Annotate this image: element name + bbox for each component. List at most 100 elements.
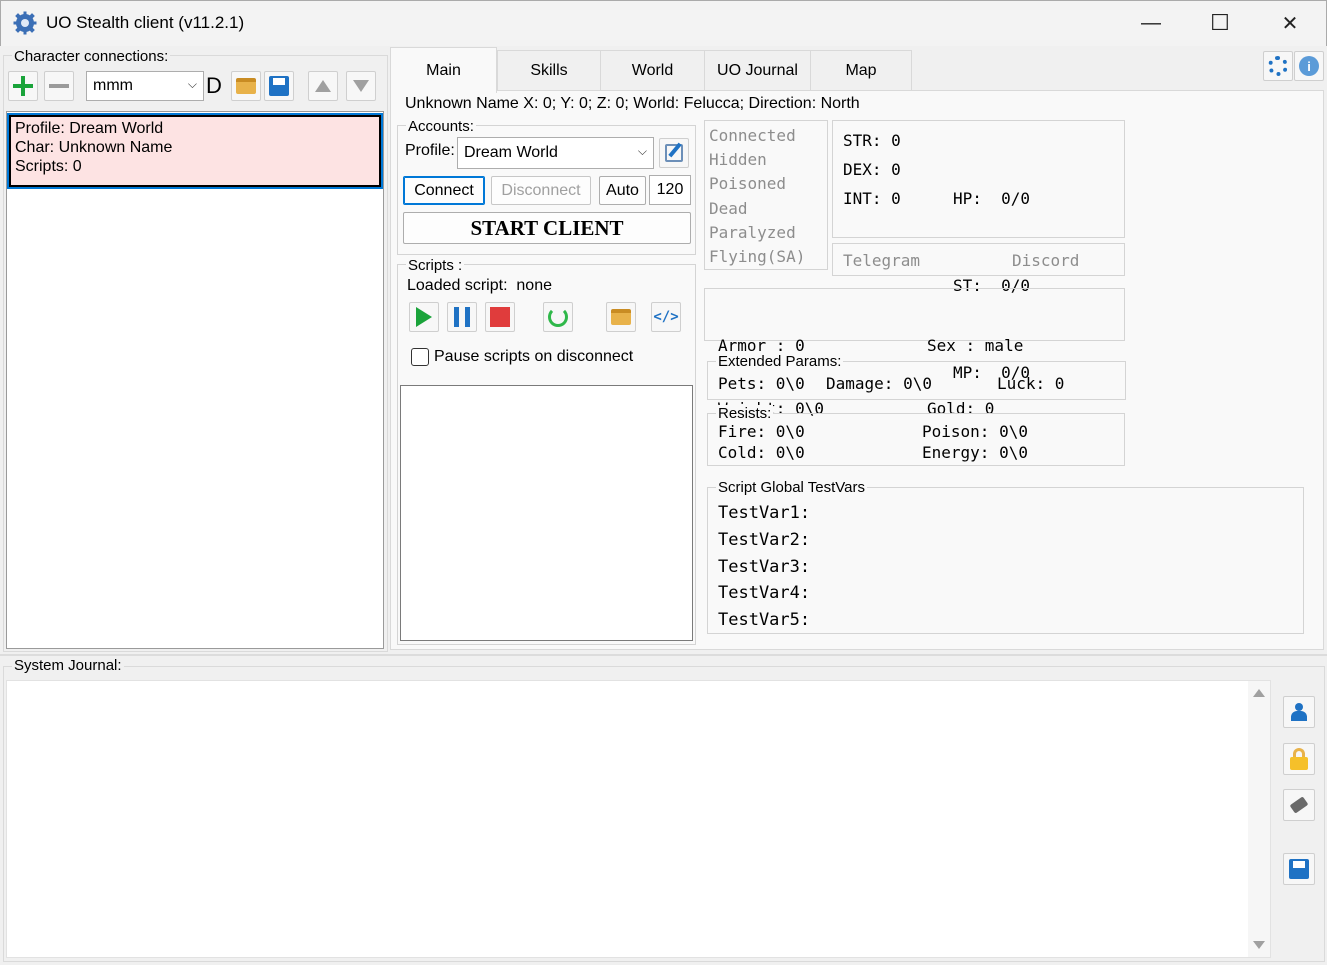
maximize-button[interactable]: ☐ [1185,0,1255,46]
run-script-button[interactable] [409,302,439,332]
close-button[interactable]: ✕ [1255,0,1325,46]
loaded-script-label: Loaded script: none [407,277,552,295]
cold-value: Cold: 0\0 [718,443,805,462]
lock-icon [1290,748,1308,770]
journal-scrollbar[interactable] [1248,681,1270,957]
eraser-icon [1289,796,1309,814]
journal-save-button[interactable] [1283,853,1315,885]
disconnect-button[interactable]: Disconnect [491,176,591,205]
app-gear-icon [13,11,37,39]
scroll-up-icon[interactable] [1253,689,1265,697]
info-icon: i [1299,56,1319,76]
scroll-down-icon[interactable] [1253,941,1265,949]
move-up-button[interactable] [308,71,338,101]
stat-int: INT: 0 [843,189,901,208]
flag-dead: Dead [709,198,748,218]
pause-on-disconnect-checkbox[interactable] [411,348,429,366]
auto-button[interactable]: Auto [599,176,646,205]
folder-icon [611,309,631,325]
stat-hp: HP: 0/0 [953,189,1031,208]
extended-label: Extended Params: [716,353,844,370]
flag-paralyzed: Paralyzed [709,222,796,242]
plus-icon [13,76,33,96]
poison-value: Poison: 0\0 [922,422,1028,441]
damage-value: Damage: 0\0 [826,374,932,393]
journal-lock-button[interactable] [1283,743,1315,775]
code-icon: </> [653,309,679,325]
flag-flying: Flying(SA) [709,247,806,267]
connection-dropdown-value: mmm [93,77,133,94]
accounts-label: Accounts: [406,118,476,135]
settings-button[interactable] [1263,51,1293,81]
testvars-label: Script Global TestVars [716,479,868,496]
tab-world[interactable]: World [600,50,705,90]
floppy-icon [269,76,289,96]
pause-on-disconnect-label: Pause scripts on disconnect [434,348,634,365]
journal-label: System Journal: [12,657,124,674]
profile-label: Profile: [405,142,455,159]
edit-profile-button[interactable] [659,138,689,168]
resists-left: Fire: 0\0 Cold: 0\0 [718,421,805,463]
start-client-button[interactable]: START CLIENT [403,212,691,244]
journal-users-button[interactable] [1283,696,1315,728]
reload-script-button[interactable] [543,302,573,332]
resists-right: Poison: 0\0 Energy: 0\0 [922,421,1028,463]
resists-label: Resists: [716,405,774,422]
minus-icon [49,84,69,88]
folder-icon [236,78,256,94]
loaded-script-label-text: Loaded script: [407,277,508,294]
d-button[interactable]: D [206,73,222,99]
fire-value: Fire: 0\0 [718,422,805,441]
stat-str: STR: 0 [843,131,901,150]
testvar-3: TestVar3: [718,556,811,577]
triangle-down-icon [353,80,369,92]
add-connection-button[interactable] [8,71,38,101]
pets-value: Pets: 0\0 [718,374,805,393]
save-connection-button[interactable] [264,71,294,101]
connect-button[interactable]: Connect [403,176,485,205]
triangle-up-icon [315,80,331,92]
tab-uo-journal[interactable]: UO Journal [704,50,811,90]
pause-script-button[interactable] [447,302,477,332]
connection-item-profile: Profile: Dream World [15,120,164,137]
stop-script-button[interactable] [485,302,515,332]
stats-left: STR: 0 DEX: 0 INT: 0 [843,126,901,213]
loaded-script-value: none [516,277,552,294]
edit-script-button[interactable]: </> [651,302,681,332]
open-script-button[interactable] [606,302,636,332]
remove-connection-button[interactable] [44,71,74,101]
auto-interval-input[interactable]: 120 [649,175,691,205]
refresh-icon [548,307,568,327]
journal-log[interactable] [6,680,1271,958]
telegram-link[interactable]: Telegram [843,251,920,270]
chevron-down-icon: ⌵ [187,77,197,91]
script-list[interactable] [400,385,693,641]
status-line: Unknown Name X: 0; Y: 0; Z: 0; World: Fe… [405,95,860,112]
stop-icon [490,307,510,327]
minimize-button[interactable]: — [1116,0,1186,46]
connections-list[interactable] [6,111,384,649]
testvar-1: TestVar1: [718,503,811,523]
tab-main[interactable]: Main [390,47,497,93]
tab-skills[interactable]: Skills [497,50,601,90]
discord-link[interactable]: Discord [1012,251,1079,270]
testvars-list: TestVar1: TestVar2: TestVar3: TestVar4: … [718,500,810,634]
info-button[interactable]: i [1294,51,1324,81]
testvar-5: TestVar5: [718,610,811,631]
window-title: UO Stealth client (v11.2.1) [46,13,245,32]
flag-poisoned: Poisoned [709,174,787,194]
play-icon [416,307,432,327]
tab-map[interactable]: Map [810,50,912,90]
connection-item[interactable]: Profile: Dream World Char: Unknown Name … [9,115,381,187]
connection-dropdown[interactable]: mmm ⌵ [86,71,204,101]
pause-icon [454,307,470,327]
profile-dropdown[interactable]: Dream World ⌵ [457,137,654,169]
move-down-button[interactable] [346,71,376,101]
edit-icon [665,142,683,162]
open-folder-button[interactable] [231,71,261,101]
floppy-icon [1289,859,1309,879]
splitter[interactable] [0,654,1327,656]
testvar-2: TestVar2: [718,529,811,550]
status-flags: Connected Hidden Poisoned Dead Paralyzed… [709,124,805,269]
journal-clear-button[interactable] [1283,789,1315,821]
